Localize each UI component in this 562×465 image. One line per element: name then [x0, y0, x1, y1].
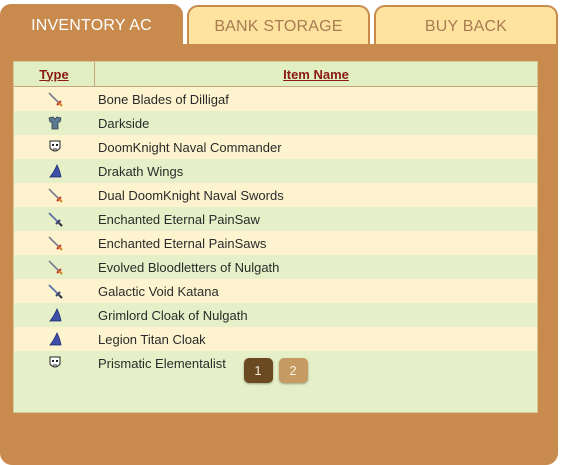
item-name-column-header[interactable]: Item Name: [95, 62, 537, 86]
item-name: Dual DoomKnight Naval Swords: [98, 187, 284, 203]
page-1-button[interactable]: 1: [243, 358, 273, 383]
inventory-panel: Type Item Name Bone Blades of Dilligaf Da…: [0, 44, 558, 465]
table-row[interactable]: Enchanted Eternal PainSaw: [14, 207, 537, 231]
mask-icon: [14, 139, 95, 155]
cape-icon: [14, 331, 95, 347]
item-name: Evolved Bloodletters of Nulgath: [98, 259, 280, 275]
sword-icon: [14, 259, 95, 275]
item-name: DoomKnight Naval Commander: [98, 139, 282, 155]
tab-bank-storage[interactable]: BANK STORAGE: [187, 5, 370, 46]
item-name: Enchanted Eternal PainSaws: [98, 235, 267, 251]
table-header: Type Item Name: [14, 62, 537, 87]
item-name: Galactic Void Katana: [98, 283, 219, 299]
table-row[interactable]: Darkside: [14, 111, 537, 135]
tab-inventory-ac[interactable]: INVENTORY AC: [0, 4, 183, 47]
table-row[interactable]: Galactic Void Katana: [14, 279, 537, 303]
table-row[interactable]: DoomKnight Naval Commander: [14, 135, 537, 159]
item-name: Darkside: [98, 115, 150, 131]
table-row[interactable]: Evolved Bloodletters of Nulgath: [14, 255, 537, 279]
table-row[interactable]: Drakath Wings: [14, 159, 537, 183]
page-2-button[interactable]: 2: [278, 358, 308, 383]
table-row[interactable]: Enchanted Eternal PainSaws: [14, 231, 537, 255]
item-name: Legion Titan Cloak: [98, 331, 206, 347]
sword-icon: [14, 91, 95, 107]
tab-buy-back[interactable]: BUY BACK: [374, 5, 558, 46]
pagination: 1 2: [14, 358, 537, 388]
table-row[interactable]: Bone Blades of Dilligaf: [14, 87, 537, 111]
sword-icon: [14, 187, 95, 203]
table-row[interactable]: Dual DoomKnight Naval Swords: [14, 183, 537, 207]
table-row[interactable]: Grimlord Cloak of Nulgath: [14, 303, 537, 327]
blade-icon: [14, 283, 95, 299]
table-row[interactable]: Legion Titan Cloak: [14, 327, 537, 351]
type-column-header[interactable]: Type: [14, 62, 95, 86]
item-name: Drakath Wings: [98, 163, 184, 179]
item-name: Bone Blades of Dilligaf: [98, 91, 229, 107]
table-body: Bone Blades of Dilligaf Darkside DoomKnigh…: [14, 87, 537, 375]
cape-icon: [14, 307, 95, 323]
armor-icon: [14, 115, 95, 131]
tab-bar: INVENTORY AC BANK STORAGE BUY BACK: [0, 0, 562, 47]
item-name: Enchanted Eternal PainSaw: [98, 211, 260, 227]
item-name: Grimlord Cloak of Nulgath: [98, 307, 248, 323]
blade-icon: [14, 211, 95, 227]
items-table: Type Item Name Bone Blades of Dilligaf Da…: [13, 61, 538, 413]
sword-icon: [14, 235, 95, 251]
cape-icon: [14, 163, 95, 179]
